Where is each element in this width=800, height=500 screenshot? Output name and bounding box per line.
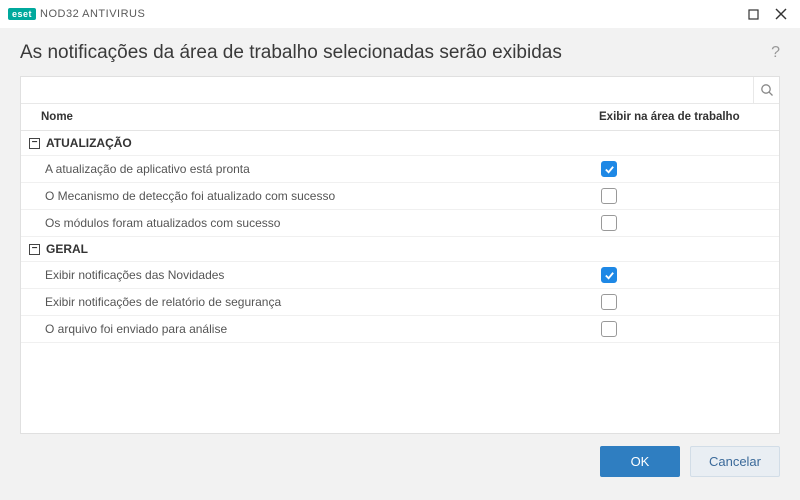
titlebar: eset NOD32 ANTIVIRUS — [0, 0, 800, 28]
table-body: −ATUALIZAÇÃOA atualização de aplicativo … — [21, 131, 779, 343]
brand-text: NOD32 ANTIVIRUS — [40, 8, 145, 20]
checkbox[interactable] — [601, 161, 617, 177]
table-row: A atualização de aplicativo está pronta — [21, 156, 779, 183]
checkbox[interactable] — [601, 267, 617, 283]
item-label: O arquivo foi enviado para análise — [45, 322, 601, 336]
group-label: GERAL — [46, 242, 88, 256]
group-label: ATUALIZAÇÃO — [46, 136, 132, 150]
page-title: As notificações da área de trabalho sele… — [20, 42, 771, 64]
search-button[interactable] — [753, 77, 779, 103]
item-label: Os módulos foram atualizados com sucesso — [45, 216, 601, 230]
settings-panel: Nome Exibir na área de trabalho −ATUALIZ… — [20, 76, 780, 434]
table-row: Exibir notificações das Novidades — [21, 262, 779, 289]
item-check-cell — [601, 321, 769, 337]
item-label: O Mecanismo de detecção foi atualizado c… — [45, 189, 601, 203]
item-check-cell — [601, 215, 769, 231]
collapse-icon[interactable]: − — [29, 244, 40, 255]
table-row: O arquivo foi enviado para análise — [21, 316, 779, 343]
item-check-cell — [601, 267, 769, 283]
item-label: Exibir notificações das Novidades — [45, 268, 601, 282]
item-label: A atualização de aplicativo está pronta — [45, 162, 601, 176]
ok-button[interactable]: OK — [600, 446, 680, 477]
column-show: Exibir na área de trabalho — [599, 111, 769, 123]
header: As notificações da área de trabalho sele… — [0, 28, 800, 72]
window-controls — [746, 7, 792, 21]
item-check-cell — [601, 161, 769, 177]
cancel-button[interactable]: Cancelar — [690, 446, 780, 477]
checkbox[interactable] — [601, 321, 617, 337]
group-header[interactable]: −ATUALIZAÇÃO — [21, 131, 779, 156]
brand: eset NOD32 ANTIVIRUS — [8, 8, 145, 20]
table-row: Exibir notificações de relatório de segu… — [21, 289, 779, 316]
table-row: O Mecanismo de detecção foi atualizado c… — [21, 183, 779, 210]
checkbox[interactable] — [601, 294, 617, 310]
footer: OK Cancelar — [0, 446, 800, 493]
checkbox[interactable] — [601, 215, 617, 231]
close-button[interactable] — [774, 7, 788, 21]
column-name: Nome — [41, 111, 599, 123]
maximize-button[interactable] — [746, 7, 760, 21]
checkbox[interactable] — [601, 188, 617, 204]
group-header[interactable]: −GERAL — [21, 237, 779, 262]
search-input[interactable] — [21, 77, 753, 103]
item-check-cell — [601, 188, 769, 204]
table-row: Os módulos foram atualizados com sucesso — [21, 210, 779, 237]
search-row — [21, 77, 779, 104]
item-check-cell — [601, 294, 769, 310]
help-icon[interactable]: ? — [771, 44, 780, 62]
item-label: Exibir notificações de relatório de segu… — [45, 295, 601, 309]
collapse-icon[interactable]: − — [29, 138, 40, 149]
brand-logo: eset — [8, 8, 36, 20]
table-header: Nome Exibir na área de trabalho — [21, 104, 779, 131]
